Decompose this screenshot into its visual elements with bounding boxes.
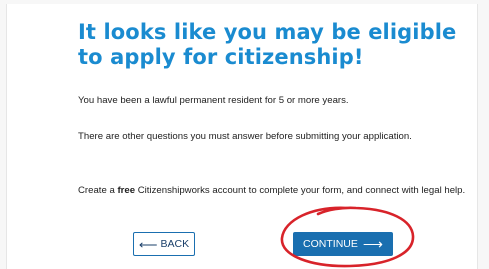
back-button[interactable]: ⟵ BACK [133,232,195,256]
continue-button[interactable]: CONTINUE ⟶ [293,232,393,256]
account-invitation-text-end: Citizenshipworks account to complete you… [135,185,466,196]
eligibility-page: It looks like you may be eligible to app… [0,0,489,269]
residency-statement: You have been a lawful permanent residen… [78,95,349,106]
free-emphasis: free [117,185,136,196]
back-button-label: BACK [160,238,190,250]
account-invitation-text-start: Create a [78,185,118,196]
continue-button-label: CONTINUE [303,238,358,250]
arrow-right-icon: ⟶ [362,236,383,252]
eligibility-headline: It looks like you may be eligible to app… [78,20,457,69]
account-invitation: Create a free Citizenshipworks account t… [78,182,473,200]
additional-questions-note: There are other questions you must answe… [78,131,412,142]
arrow-left-icon: ⟵ [138,236,158,252]
